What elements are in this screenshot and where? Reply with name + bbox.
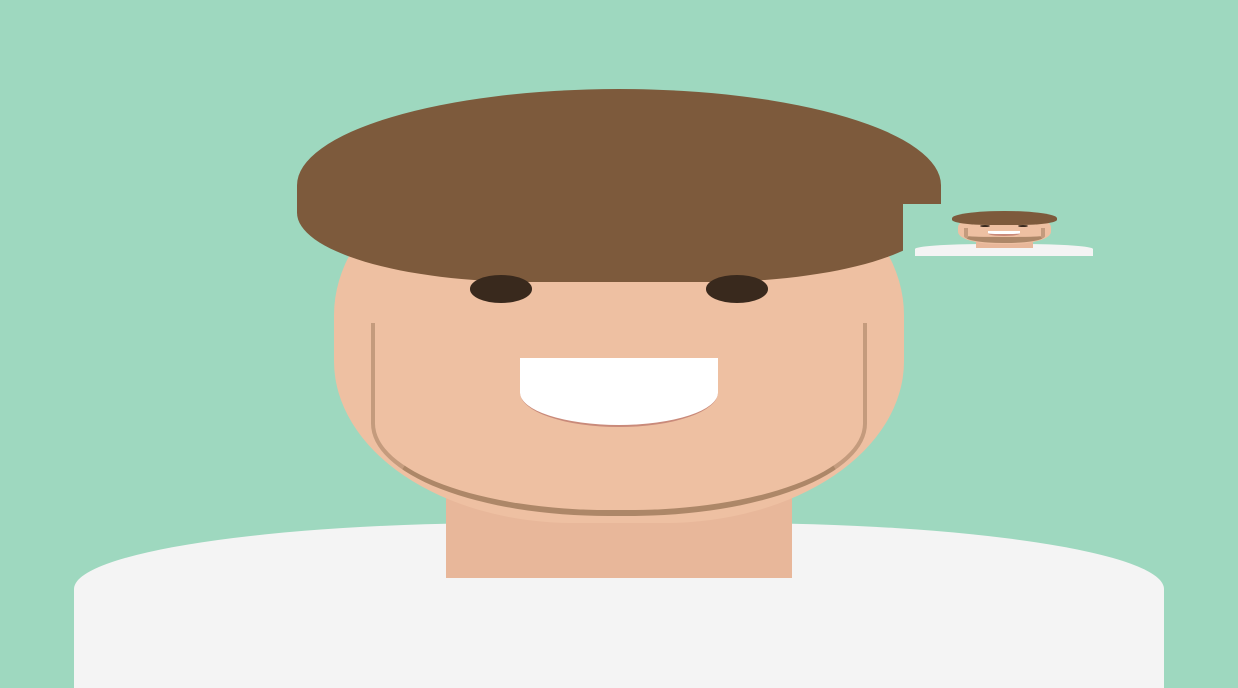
leon-portrait-icon bbox=[903, 204, 1106, 256]
messaging-app: Leon Online bbox=[0, 0, 1238, 688]
avatar[interactable] bbox=[0, 0, 1238, 688]
contact-info-body: Call Now FILES bbox=[0, 0, 1238, 688]
avatar[interactable] bbox=[903, 204, 1106, 256]
leon-portrait-icon bbox=[0, 0, 1238, 688]
contact-hero-info: Leon Leon@alphatech.com bbox=[903, 204, 1106, 256]
list-item[interactable] bbox=[0, 0, 1238, 688]
contact-info-panel: Contact Info bbox=[0, 0, 1238, 688]
